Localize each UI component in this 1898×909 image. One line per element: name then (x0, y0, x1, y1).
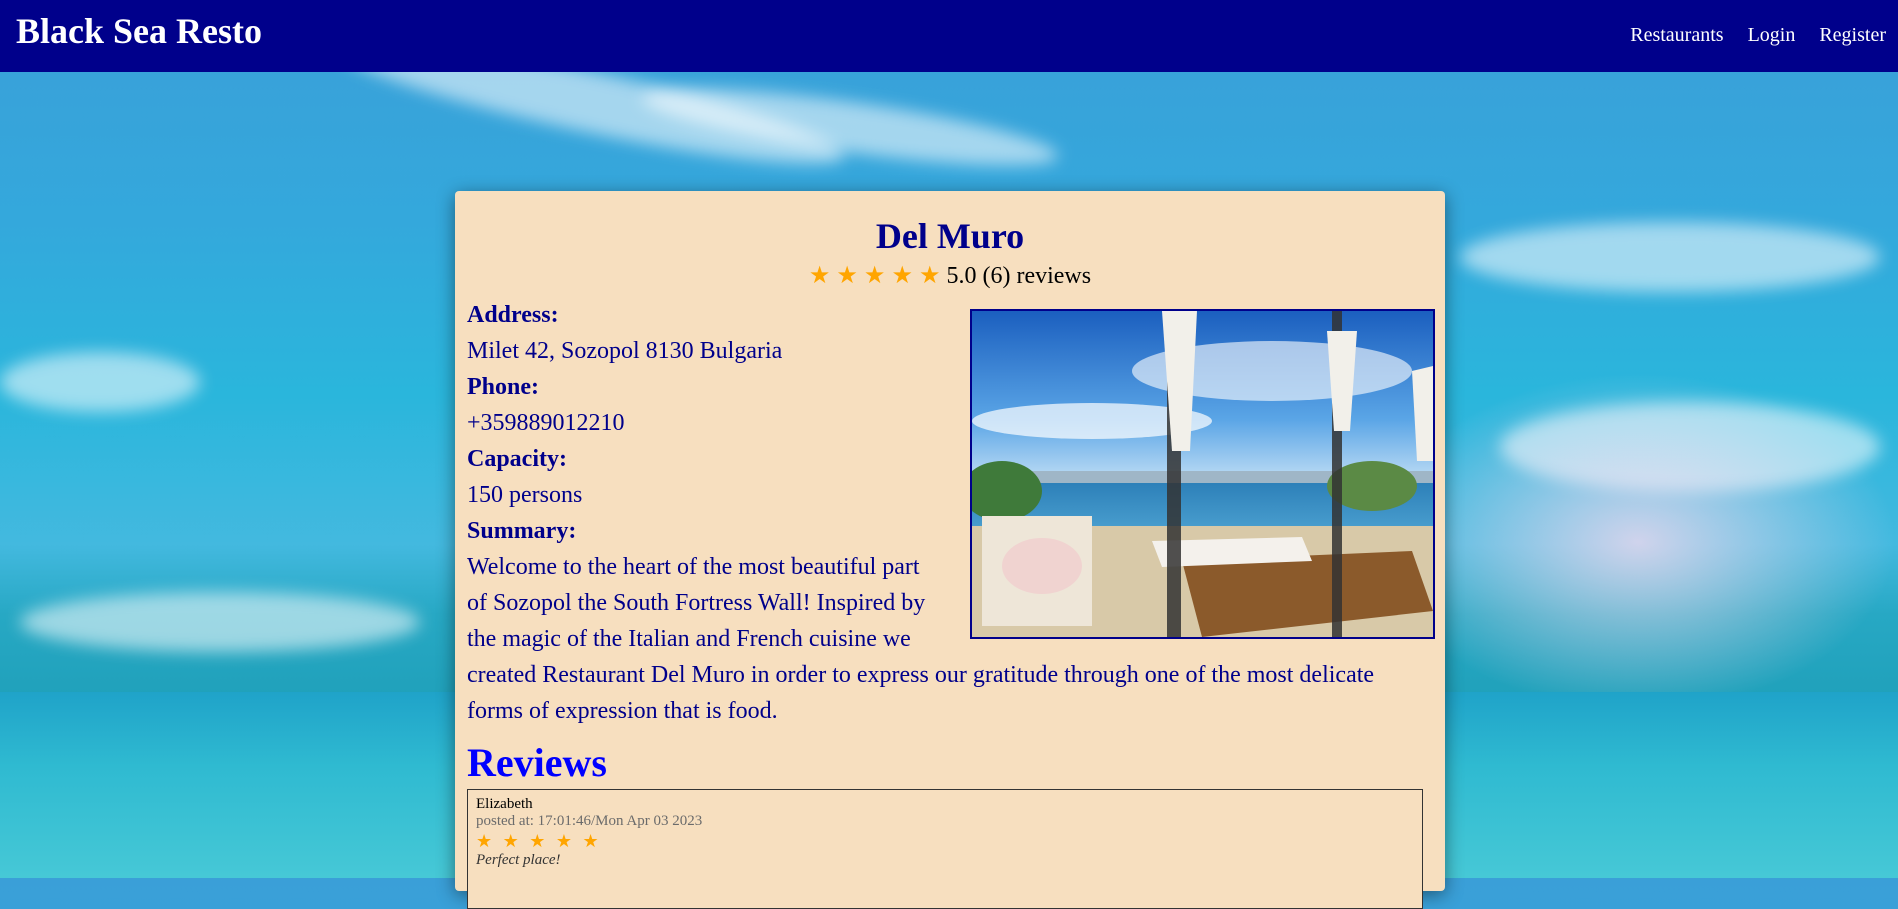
rating-stars: ★ ★ ★ ★ ★ (809, 263, 947, 289)
reviews-count: (6) (982, 263, 1011, 289)
restaurant-details-card: Del Muro ★ ★ ★ ★ ★ 5.0 (6) reviews Addre… (455, 191, 1445, 909)
restaurant-info: Address: Milet 42, Sozopol 8130 Bulgaria… (467, 297, 1427, 729)
review-item: Elizabeth posted at: 17:01:46/Mon Apr 03… (467, 789, 1423, 909)
review-comment: Perfect place! (476, 852, 561, 868)
rating-summary: ★ ★ ★ ★ ★ 5.0 (6) reviews (455, 261, 1445, 290)
star-icon: ★ (918, 263, 947, 289)
review-timestamp: posted at: 17:01:46/Mon Apr 03 2023 (476, 813, 703, 829)
star-icon: ★ (808, 263, 837, 289)
top-navbar: Black Sea Resto Restaurants Login Regist… (0, 0, 1898, 72)
review-stars: ★ ★ ★ ★ ★ (476, 831, 602, 851)
review-author: Elizabeth (476, 796, 533, 812)
restaurant-name: Del Muro (875, 216, 1025, 256)
rating-value: 5.0 (946, 263, 977, 289)
reviews-word: reviews (1016, 263, 1092, 289)
nav-links: Restaurants Login Register (1630, 24, 1886, 47)
reviews-heading: Reviews (467, 740, 607, 785)
star-icon: ★ (891, 263, 919, 289)
star-icon: ★ (863, 263, 892, 289)
nav-link-restaurants[interactable]: Restaurants (1630, 24, 1723, 47)
nav-link-login[interactable]: Login (1748, 24, 1796, 47)
star-icon: ★ (836, 263, 864, 289)
brand-logo-text[interactable]: Black Sea Resto (16, 10, 262, 52)
nav-link-register[interactable]: Register (1819, 24, 1886, 47)
